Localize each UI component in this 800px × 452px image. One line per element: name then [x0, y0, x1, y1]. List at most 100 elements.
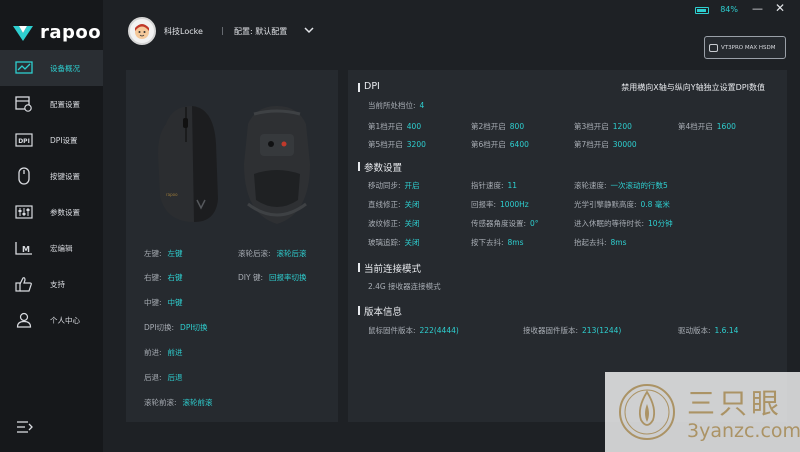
param-item: 指针速度: 11	[471, 180, 517, 191]
field-label: 抬起去抖:	[574, 238, 607, 247]
field-label: 当前所处档位:	[368, 101, 416, 110]
field-value: 800	[509, 122, 525, 131]
field-value: 400	[406, 122, 422, 131]
sliders-icon	[14, 203, 34, 221]
connection-mode: 2.4G 接收器连接模式	[368, 282, 441, 291]
avatar[interactable]	[128, 17, 156, 45]
svg-text:M: M	[22, 245, 30, 254]
sidebar-item-macro[interactable]: M 宏编辑	[0, 230, 103, 266]
sidebar-item-dpi[interactable]: DPI DPI设置	[0, 122, 103, 158]
config-dropdown[interactable]: 配置: 默认配置	[234, 26, 287, 37]
field-label: 按下去抖:	[471, 238, 504, 247]
param-item: 波纹修正: 关闭	[368, 218, 420, 229]
dpi-level: 第4档开启 1600	[678, 121, 736, 132]
sidebar-item-params[interactable]: 参数设置	[0, 194, 103, 230]
dpi-level: 第2档开启 800	[471, 121, 524, 132]
dpi-level: 第6档开启 6400	[471, 139, 529, 150]
mapping-value: 回报率切换	[268, 273, 307, 282]
button-mapping-right[interactable]: 右键: 右键	[144, 272, 183, 283]
field-label: 第6档开启	[471, 140, 506, 149]
sidebar-item-label: 个人中心	[50, 315, 80, 325]
svg-text:rapoo: rapoo	[166, 192, 178, 197]
sidebar-item-overview[interactable]: 设备概况	[0, 50, 103, 86]
device-name: VT3PRO MAX HSDM	[721, 44, 776, 51]
param-item: 光学引擎静默高度: 0.8 毫米	[574, 199, 670, 210]
device-icon	[709, 43, 718, 52]
mapping-value: 中键	[167, 298, 183, 307]
sidebar-item-support[interactable]: 支持	[0, 266, 103, 302]
field-value: 关闭	[404, 238, 420, 247]
field-label: 第3档开启	[574, 122, 609, 131]
user-icon	[14, 311, 34, 329]
field-label: 波纹修正:	[368, 219, 401, 228]
watermark-seal-icon	[619, 384, 675, 440]
field-label: 滚轮速度:	[574, 181, 607, 190]
device-selector-button[interactable]: VT3PRO MAX HSDM	[704, 36, 786, 59]
field-value: 1000Hz	[500, 200, 529, 209]
sidebar-item-label: 宏编辑	[50, 243, 73, 253]
watermark-text: 三只眼	[687, 387, 784, 420]
watermark-url: 3yanzc.com	[687, 420, 800, 442]
dpi-icon: DPI	[14, 131, 34, 149]
version-item: 鼠标固件版本: 222(4444)	[368, 325, 459, 336]
mouse-panel: rapoo 左键: 左键 右键: 右键 中键: 中键 DPI切换: DPI切换 前进: 前…	[126, 70, 338, 422]
close-button[interactable]: ✕	[775, 1, 785, 15]
field-label: 第4档开启	[678, 122, 713, 131]
field-value: 30000	[612, 140, 637, 149]
field-label: 第7档开启	[574, 140, 609, 149]
mapping-value: 前进	[167, 348, 183, 357]
button-mapping-forward[interactable]: 前进: 前进	[144, 347, 183, 358]
watermark: 三只眼 3yanzc.com	[605, 372, 800, 452]
button-mapping-scroll-down[interactable]: 滚轮后滚: 滚轮后滚	[238, 248, 307, 259]
field-label: 鼠标固件版本:	[368, 326, 416, 335]
mapping-key: DIY 键:	[238, 273, 263, 282]
version-section-title: 版本信息	[357, 304, 402, 318]
chevron-down-icon[interactable]	[303, 24, 315, 36]
thumbs-up-icon	[14, 275, 34, 293]
field-label: 第2档开启	[471, 122, 506, 131]
sidebar-item-buttons[interactable]: 按键设置	[0, 158, 103, 194]
battery-percent: 84%	[720, 5, 738, 14]
mapping-key: 右键:	[144, 273, 162, 282]
mapping-key: 滚轮后滚:	[238, 249, 271, 258]
button-mapping-dpi[interactable]: DPI切换: DPI切换	[144, 322, 208, 333]
button-mapping-middle[interactable]: 中键: 中键	[144, 297, 183, 308]
sidebar-item-config[interactable]: 配置设置	[0, 86, 103, 122]
overview-chart-icon	[14, 59, 34, 77]
field-label: 移动同步:	[368, 181, 401, 190]
header: 科技Locke | 配置: 默认配置 84% — ✕ VT3PRO MAX HS…	[103, 0, 800, 64]
rapoo-logo-mark-icon	[13, 25, 33, 41]
button-mapping-left[interactable]: 左键: 左键	[144, 248, 183, 259]
button-mapping-back[interactable]: 后退: 后退	[144, 372, 183, 383]
mapping-key: 左键:	[144, 249, 162, 258]
field-label: 驱动版本:	[678, 326, 711, 335]
sidebar-item-label: 支持	[50, 279, 65, 289]
field-value: 1600	[716, 122, 736, 131]
params-section-title: 参数设置	[357, 160, 402, 174]
dpi-current-level: 当前所处档位: 4	[368, 100, 424, 111]
sidebar-item-profile[interactable]: 个人中心	[0, 302, 103, 338]
dpi-xy-toggle[interactable]: 禁用横向X轴与纵向Y轴独立设置DPI数值	[621, 82, 765, 93]
param-item: 回报率: 1000Hz	[471, 199, 529, 210]
mapping-key: 滚轮前滚:	[144, 398, 177, 407]
field-value: 213(1244)	[582, 326, 622, 335]
field-label: 进入休眠的等待时长:	[574, 219, 645, 228]
mouse-icon	[14, 167, 34, 185]
sidebar-item-label: 设备概况	[50, 63, 80, 73]
param-item: 传感器角度设置: 0°	[471, 218, 539, 229]
sidebar-item-label: 按键设置	[50, 171, 80, 181]
sidebar-nav: 设备概况 配置设置 DPI DPI设置 按键设置 参数设置 M 宏编辑 支持 个…	[0, 50, 103, 338]
mapping-value: 左键	[167, 249, 183, 258]
connection-section-title: 当前连接模式	[357, 261, 421, 275]
button-mapping-scroll-up[interactable]: 滚轮前滚: 滚轮前滚	[144, 397, 213, 408]
param-item: 滚轮速度: 一次滚动的行数5	[574, 180, 668, 191]
mapping-key: 中键:	[144, 298, 162, 307]
button-mapping-diy[interactable]: DIY 键: 回报率切换	[238, 272, 306, 283]
field-label: 玻璃追踪:	[368, 238, 401, 247]
avatar-face-icon	[135, 24, 149, 39]
collapse-menu-icon[interactable]	[16, 420, 34, 434]
field-label: 第5档开启	[368, 140, 403, 149]
param-item: 玻璃追踪: 关闭	[368, 237, 420, 248]
version-item: 驱动版本: 1.6.14	[678, 325, 738, 336]
minimize-button[interactable]: —	[752, 2, 763, 15]
